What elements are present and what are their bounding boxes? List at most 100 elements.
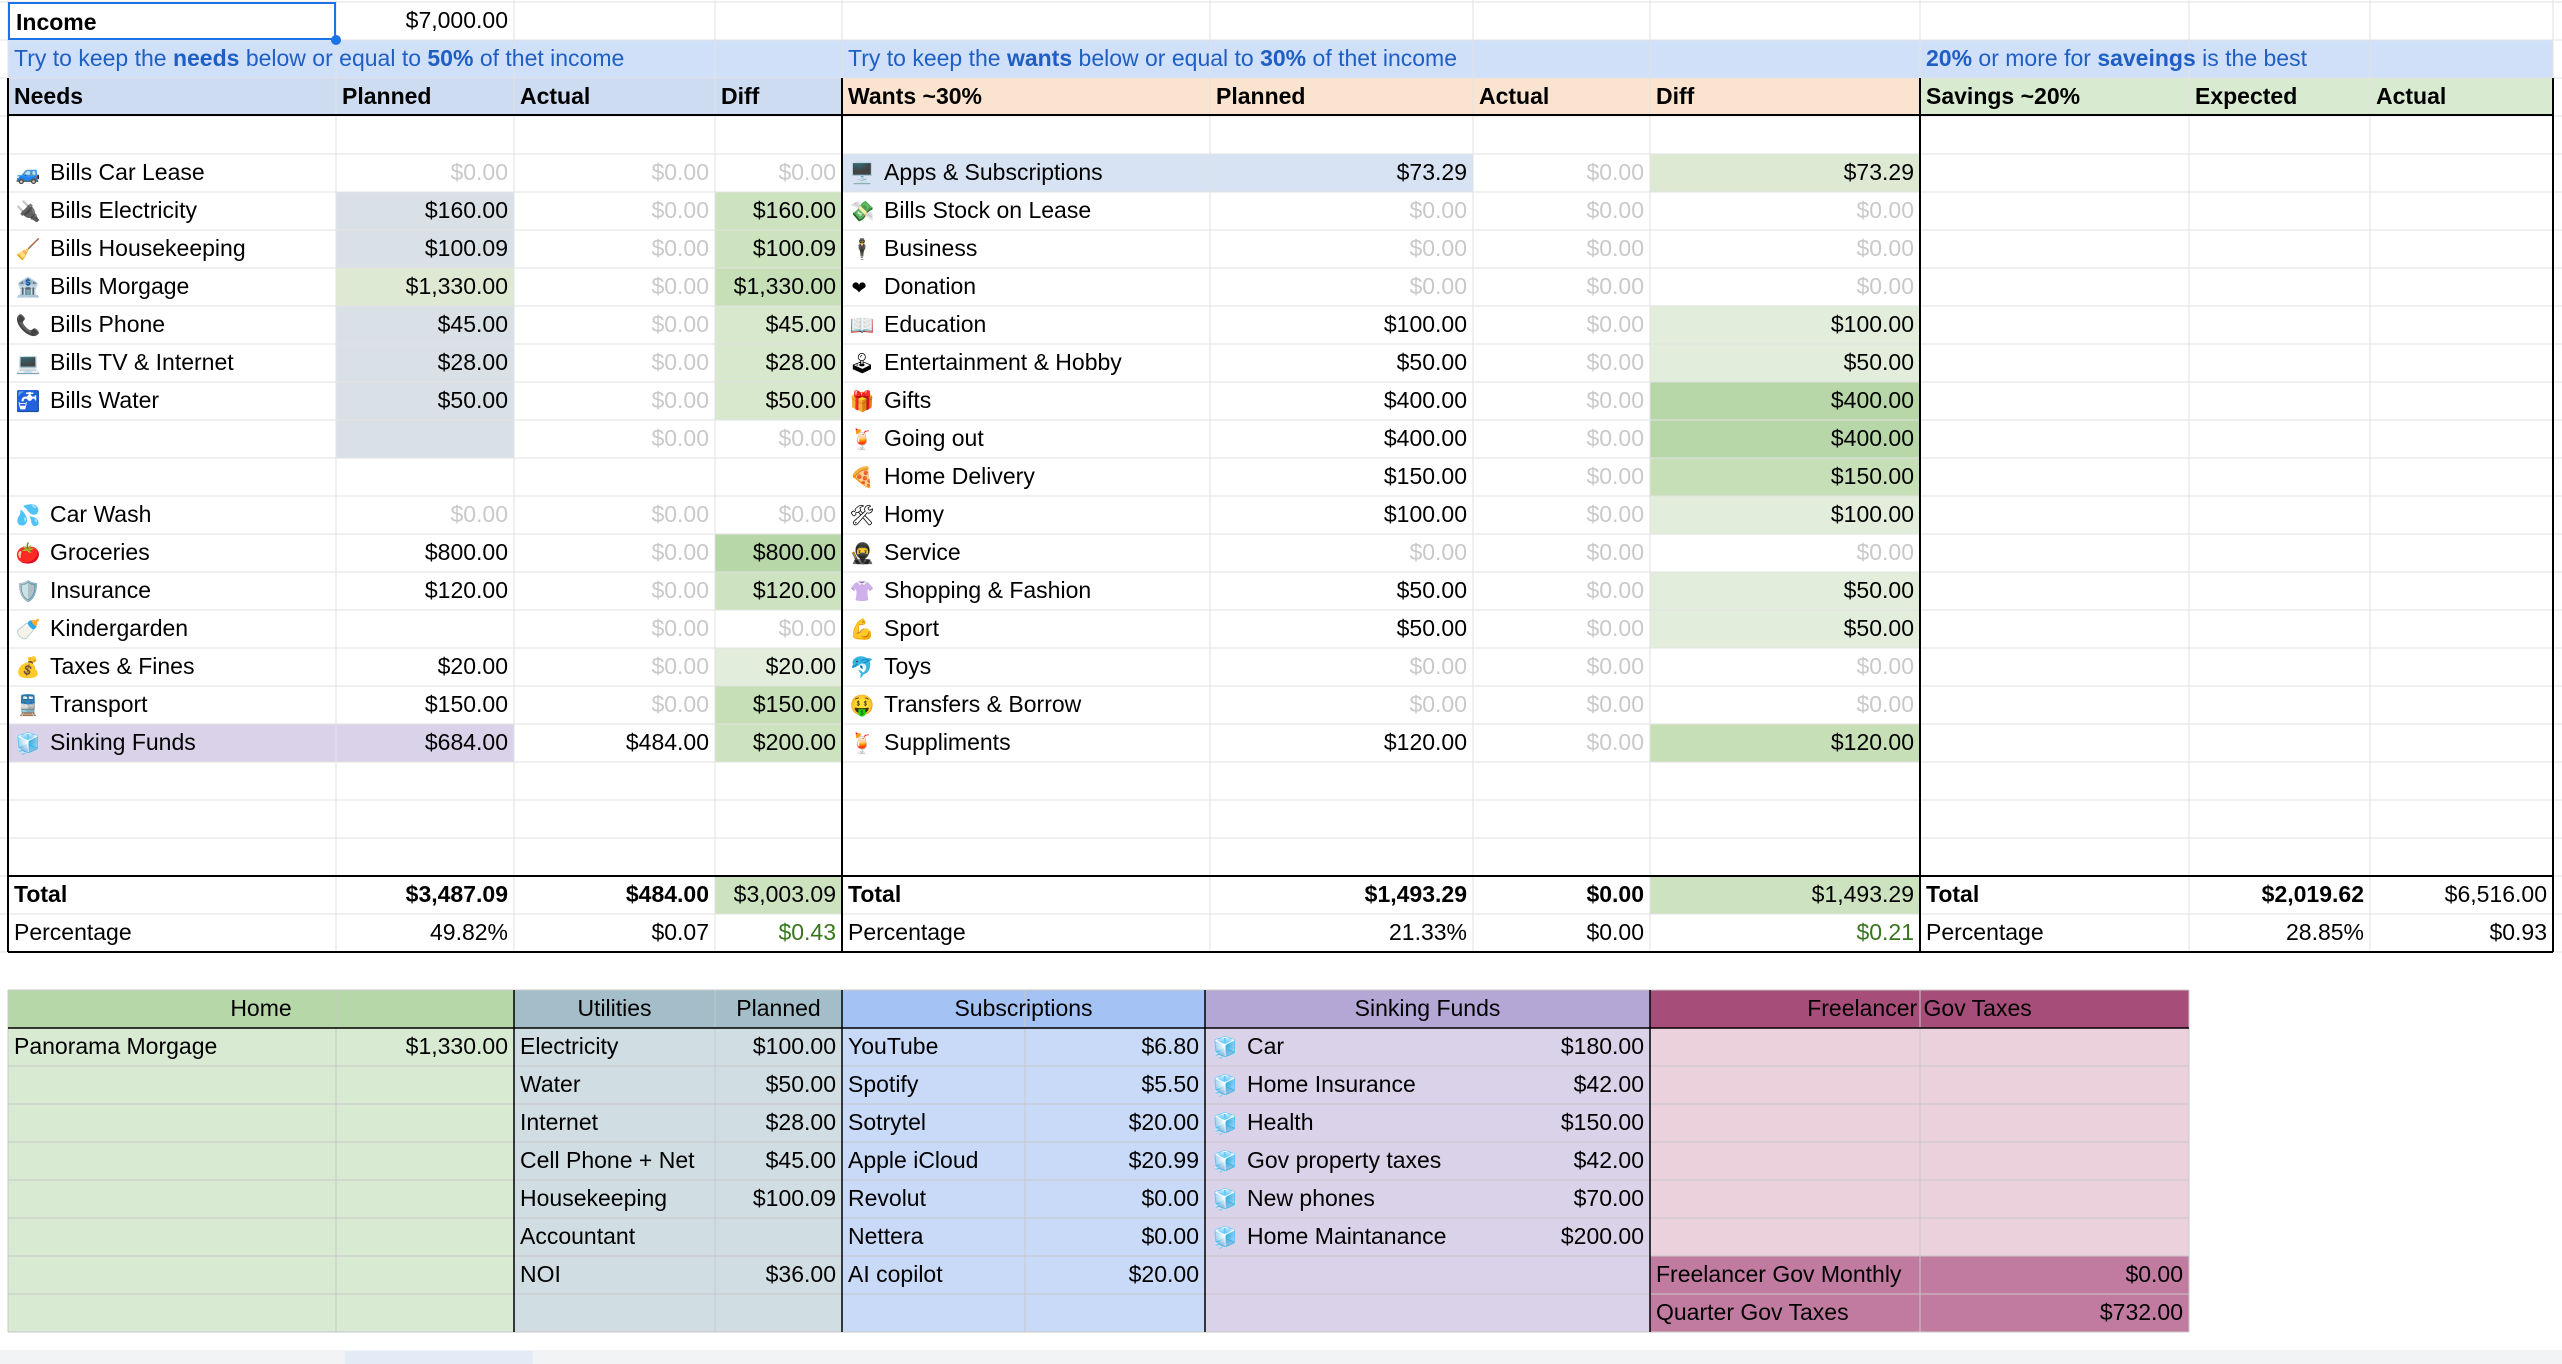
- column-header[interactable]: Needs: [8, 78, 336, 116]
- needs-actual[interactable]: $0.00: [514, 572, 715, 610]
- wants-category[interactable]: 🎁 Gifts: [842, 382, 1210, 420]
- freelancer-tax-item[interactable]: Freelancer Gov Monthly: [1650, 1256, 1920, 1294]
- needs-diff[interactable]: $28.00: [715, 344, 842, 382]
- wants-planned[interactable]: $0.00: [1210, 230, 1473, 268]
- wants-actual[interactable]: $0.00: [1473, 382, 1650, 420]
- needs-planned[interactable]: $1,330.00: [336, 268, 514, 306]
- wants-category[interactable]: 💪 Sport: [842, 610, 1210, 648]
- sinking-fund-item[interactable]: 🧊 Home Insurance: [1205, 1066, 1505, 1104]
- subscription-item[interactable]: Sotrytel: [842, 1104, 1025, 1142]
- savings-percent-label[interactable]: Percentage: [1920, 914, 2189, 952]
- wants-category[interactable]: 💸 Bills Stock on Lease: [842, 192, 1210, 230]
- guideline-note[interactable]: Try to keep the wants below or equal to …: [842, 40, 1920, 78]
- needs-category[interactable]: 🔌 Bills Electricity: [8, 192, 336, 230]
- sinking-fund-item[interactable]: 🧊 Health: [1205, 1104, 1505, 1142]
- needs-category[interactable]: 🧊 Sinking Funds: [8, 724, 336, 762]
- wants-category[interactable]: 🍹 Going out: [842, 420, 1210, 458]
- utilities-planned-header[interactable]: Planned: [715, 990, 842, 1028]
- wants-planned[interactable]: $0.00: [1210, 192, 1473, 230]
- column-header[interactable]: Actual: [514, 78, 715, 116]
- needs-actual[interactable]: $484.00: [514, 724, 715, 762]
- wants-total-actual[interactable]: $0.00: [1473, 876, 1650, 914]
- utility-amount[interactable]: $45.00: [715, 1142, 842, 1180]
- savings-total-label[interactable]: Total: [1920, 876, 2189, 914]
- needs-category[interactable]: 🛡️ Insurance: [8, 572, 336, 610]
- savings-total-expected[interactable]: $2,019.62: [2189, 876, 2370, 914]
- wants-percent-actual[interactable]: $0.00: [1473, 914, 1650, 952]
- needs-planned[interactable]: $45.00: [336, 306, 514, 344]
- needs-planned[interactable]: $50.00: [336, 382, 514, 420]
- needs-total-diff[interactable]: $3,003.09: [715, 876, 842, 914]
- wants-category[interactable]: 📖 Education: [842, 306, 1210, 344]
- utility-item[interactable]: Water: [514, 1066, 715, 1104]
- needs-planned[interactable]: $684.00: [336, 724, 514, 762]
- subscription-amount[interactable]: $6.80: [1025, 1028, 1205, 1066]
- subscription-item[interactable]: AI copilot: [842, 1256, 1025, 1294]
- wants-percent-diff[interactable]: $0.21: [1650, 914, 1920, 952]
- needs-planned[interactable]: $20.00: [336, 648, 514, 686]
- wants-diff[interactable]: $400.00: [1650, 420, 1920, 458]
- column-header[interactable]: Wants ~30%: [842, 78, 1210, 116]
- utility-item[interactable]: Housekeeping: [514, 1180, 715, 1218]
- needs-actual[interactable]: $0.00: [514, 420, 715, 458]
- subscription-amount[interactable]: $5.50: [1025, 1066, 1205, 1104]
- wants-diff[interactable]: $50.00: [1650, 572, 1920, 610]
- wants-diff[interactable]: $73.29: [1650, 154, 1920, 192]
- sinking-fund-amount[interactable]: $42.00: [1510, 1066, 1650, 1104]
- sinking-fund-item[interactable]: 🧊 New phones: [1205, 1180, 1505, 1218]
- needs-total-planned[interactable]: $3,487.09: [336, 876, 514, 914]
- savings-percent-expected[interactable]: 28.85%: [2189, 914, 2370, 952]
- wants-planned[interactable]: $0.00: [1210, 268, 1473, 306]
- utility-amount[interactable]: $100.00: [715, 1028, 842, 1066]
- wants-diff[interactable]: $120.00: [1650, 724, 1920, 762]
- utility-amount[interactable]: $36.00: [715, 1256, 842, 1294]
- home-table-title[interactable]: Home: [8, 990, 514, 1028]
- wants-diff[interactable]: $100.00: [1650, 306, 1920, 344]
- needs-diff[interactable]: $120.00: [715, 572, 842, 610]
- utility-amount[interactable]: $50.00: [715, 1066, 842, 1104]
- sinking-fund-item[interactable]: 🧊 Car: [1205, 1028, 1505, 1066]
- utility-amount[interactable]: $100.09: [715, 1180, 842, 1218]
- wants-percent-planned[interactable]: 21.33%: [1210, 914, 1473, 952]
- needs-actual[interactable]: $0.00: [514, 534, 715, 572]
- wants-diff[interactable]: $50.00: [1650, 610, 1920, 648]
- needs-percent-label[interactable]: Percentage: [8, 914, 336, 952]
- home-item[interactable]: Panorama Morgage: [8, 1028, 336, 1066]
- needs-total-actual[interactable]: $484.00: [514, 876, 715, 914]
- needs-actual[interactable]: $0.00: [514, 496, 715, 534]
- needs-planned[interactable]: $100.09: [336, 230, 514, 268]
- needs-actual[interactable]: $0.00: [514, 382, 715, 420]
- utility-item[interactable]: Internet: [514, 1104, 715, 1142]
- needs-diff[interactable]: $45.00: [715, 306, 842, 344]
- utility-amount[interactable]: $28.00: [715, 1104, 842, 1142]
- sinking-fund-amount[interactable]: $70.00: [1510, 1180, 1650, 1218]
- needs-planned[interactable]: $120.00: [336, 572, 514, 610]
- wants-category[interactable]: ❤ Donation: [842, 268, 1210, 306]
- wants-actual[interactable]: $0.00: [1473, 572, 1650, 610]
- needs-diff[interactable]: $160.00: [715, 192, 842, 230]
- needs-category[interactable]: 🧹 Bills Housekeeping: [8, 230, 336, 268]
- needs-actual[interactable]: $0.00: [514, 268, 715, 306]
- needs-planned[interactable]: $0.00: [336, 496, 514, 534]
- utility-item[interactable]: Accountant: [514, 1218, 715, 1256]
- wants-category[interactable]: 🥷 Service: [842, 534, 1210, 572]
- needs-percent-diff[interactable]: $0.43: [715, 914, 842, 952]
- subscription-amount[interactable]: $20.99: [1025, 1142, 1205, 1180]
- wants-category[interactable]: 👚 Shopping & Fashion: [842, 572, 1210, 610]
- needs-diff[interactable]: $150.00: [715, 686, 842, 724]
- utility-item[interactable]: Electricity: [514, 1028, 715, 1066]
- column-header[interactable]: Actual: [2370, 78, 2553, 116]
- subscription-amount[interactable]: $20.00: [1025, 1104, 1205, 1142]
- wants-actual[interactable]: $0.00: [1473, 686, 1650, 724]
- wants-category[interactable]: 🍕 Home Delivery: [842, 458, 1210, 496]
- wants-actual[interactable]: $0.00: [1473, 192, 1650, 230]
- column-header[interactable]: Actual: [1473, 78, 1650, 116]
- wants-total-planned[interactable]: $1,493.29: [1210, 876, 1473, 914]
- needs-category[interactable]: 📞 Bills Phone: [8, 306, 336, 344]
- column-header[interactable]: Savings ~20%: [1920, 78, 2189, 116]
- income-label[interactable]: Income: [8, 2, 336, 40]
- needs-diff[interactable]: $200.00: [715, 724, 842, 762]
- sinking-fund-item[interactable]: 🧊 Home Maintanance: [1205, 1218, 1505, 1256]
- needs-category[interactable]: 🚰 Bills Water: [8, 382, 336, 420]
- wants-diff[interactable]: $0.00: [1650, 268, 1920, 306]
